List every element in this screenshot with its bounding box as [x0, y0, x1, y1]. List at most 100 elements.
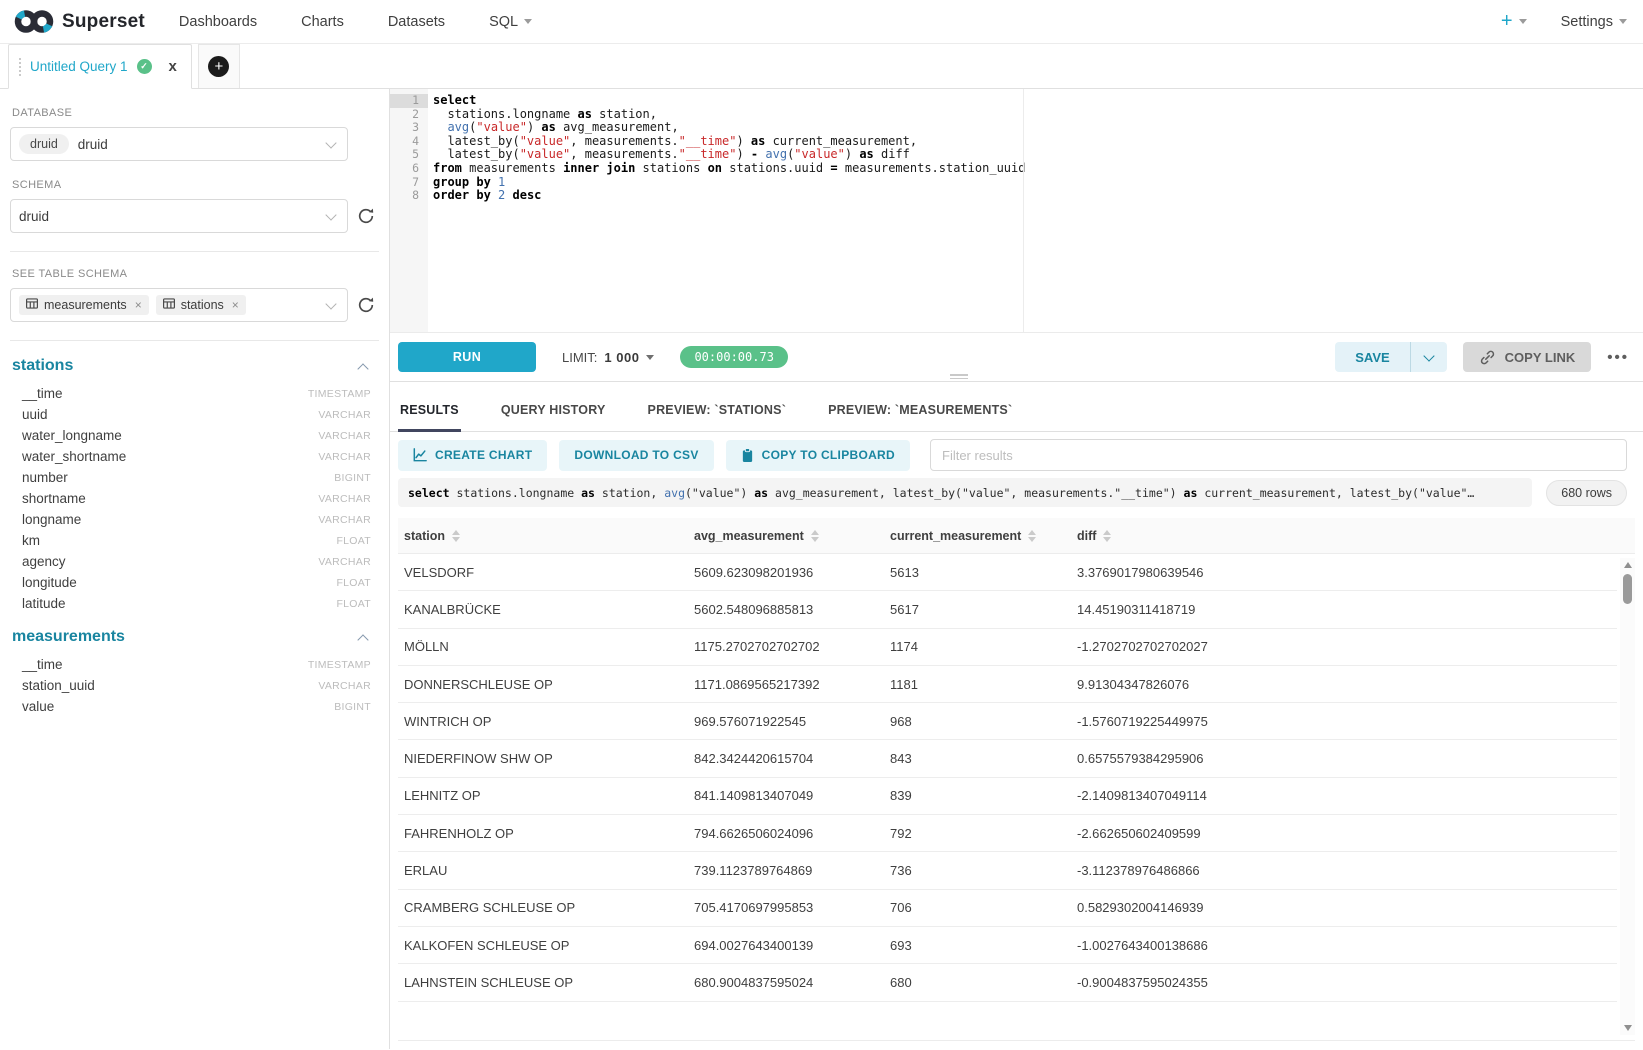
table-row: MÖLLN1175.27027027027021174-1.2702702702…	[398, 629, 1617, 666]
refresh-icon[interactable]	[356, 206, 376, 231]
copy-clipboard-button[interactable]: COPY TO CLIPBOARD	[726, 440, 910, 471]
cell-station: DONNERSCHLEUSE OP	[398, 677, 688, 692]
cell-value: 680.9004837595024	[688, 975, 884, 990]
scroll-up-icon[interactable]	[1624, 562, 1632, 568]
more-icon[interactable]: •••	[1607, 349, 1629, 366]
database-select[interactable]: druid druid	[10, 127, 348, 161]
scrollbar-thumb[interactable]	[1623, 574, 1632, 604]
schema-table-name[interactable]: stations	[12, 357, 73, 375]
limit-dropdown[interactable]: LIMIT: 1 000	[562, 350, 654, 365]
sql-token: latest_by(	[433, 147, 520, 161]
nav-item-sql[interactable]: SQL	[489, 14, 532, 30]
column-row: agencyVARCHAR	[12, 551, 371, 572]
save-menu-button[interactable]	[1410, 342, 1447, 372]
sql-token: as	[581, 486, 595, 500]
divider	[10, 251, 379, 252]
column-type: VARCHAR	[318, 493, 371, 505]
tab-query-history[interactable]: QUERY HISTORY	[499, 403, 608, 431]
tab-preview-stations-[interactable]: PREVIEW: `STATIONS`	[646, 403, 789, 431]
add-query-tab[interactable]: +	[198, 44, 240, 88]
query-tab[interactable]: Untitled Query 1 ✓ x	[8, 44, 192, 89]
sql-token: station,	[592, 107, 657, 121]
copy-link-button[interactable]: COPY LINK	[1463, 342, 1592, 372]
column-header-label: avg_measurement	[694, 529, 804, 543]
schema-table-header[interactable]: stations	[12, 357, 371, 375]
refresh-icon[interactable]	[356, 295, 376, 320]
query-tab-strip: Untitled Query 1 ✓ x +	[0, 44, 1643, 89]
column-header-avg_measurement[interactable]: avg_measurement	[688, 529, 884, 543]
sql-token: stations.uuid	[722, 161, 830, 175]
column-header-station[interactable]: station	[398, 529, 688, 543]
results-scrollbar[interactable]	[1620, 558, 1635, 1035]
save-button[interactable]: SAVE	[1335, 342, 1409, 372]
sql-token: as	[1184, 486, 1198, 500]
nav-item-charts[interactable]: Charts	[301, 14, 344, 30]
save-split-button[interactable]: SAVE	[1335, 342, 1446, 372]
column-name: __time	[22, 386, 63, 401]
filter-results-input[interactable]	[930, 439, 1627, 471]
sort-icon[interactable]	[811, 530, 819, 542]
sql-editor[interactable]: 12345678 select stations.longname as sta…	[390, 89, 1643, 332]
collapse-caret-icon[interactable]	[357, 634, 368, 645]
schema-table-name[interactable]: measurements	[12, 628, 125, 646]
drag-handle-icon[interactable]	[19, 58, 21, 76]
column-row: kmFLOAT	[12, 530, 371, 551]
sql-token: current_measurement, latest_by("value"…	[1197, 486, 1474, 500]
cell-station: VELSDORF	[398, 565, 688, 580]
column-name: value	[22, 699, 54, 714]
chevron-down-icon	[325, 209, 336, 220]
table-row: KALKOFEN SCHLEUSE OP694.0027643400139693…	[398, 927, 1617, 964]
editor-gutter: 12345678	[390, 89, 428, 332]
pane-drag-handle-icon[interactable]	[950, 374, 968, 379]
sort-icon[interactable]	[1028, 530, 1036, 542]
nav-item-dashboards[interactable]: Dashboards	[179, 14, 257, 30]
column-row: __timeTIMESTAMP	[12, 383, 371, 404]
superset-logo-icon	[14, 8, 54, 35]
table-bottom-border	[398, 1040, 1635, 1041]
sql-token: avg_measurement, latest_by("value", meas…	[768, 486, 1183, 500]
collapse-caret-icon[interactable]	[357, 363, 368, 374]
clipboard-icon	[741, 448, 754, 463]
scroll-down-icon[interactable]	[1624, 1025, 1632, 1031]
close-icon[interactable]: x	[169, 58, 177, 75]
settings-menu[interactable]: Settings	[1561, 14, 1627, 30]
nav-item-datasets[interactable]: Datasets	[388, 14, 445, 30]
sql-token: select	[408, 486, 450, 500]
sql-token: avg	[447, 120, 469, 134]
cell-station: FAHRENHOLZ OP	[398, 826, 688, 841]
sort-icon[interactable]	[1103, 530, 1111, 542]
schema-table-header[interactable]: measurements	[12, 628, 371, 646]
table-row: LAHNSTEIN SCHLEUSE OP680.900483759502468…	[398, 964, 1617, 1001]
table-icon	[163, 298, 175, 312]
close-icon[interactable]: ×	[232, 298, 239, 312]
table-schema-select[interactable]: measurements× stations×	[10, 288, 348, 322]
column-header-diff[interactable]: diff	[1071, 529, 1617, 543]
cell-value: 839	[884, 788, 1071, 803]
cell-value: 792	[884, 826, 1071, 841]
editor-toolbar: RUN LIMIT: 1 000 00:00:00.73 SAVE	[390, 332, 1643, 381]
table-chip-stations[interactable]: stations×	[156, 295, 246, 315]
column-row: water_shortnameVARCHAR	[12, 446, 371, 467]
download-csv-button[interactable]: DOWNLOAD TO CSV	[559, 440, 713, 471]
close-icon[interactable]: ×	[135, 298, 142, 312]
sort-icon[interactable]	[452, 530, 460, 542]
editor-code[interactable]: select stations.longname as station, avg…	[428, 89, 1643, 332]
sql-token: )	[527, 120, 541, 134]
column-header-current_measurement[interactable]: current_measurement	[884, 529, 1071, 543]
create-chart-button[interactable]: CREATE CHART	[398, 440, 547, 471]
cell-value: 842.3424420615704	[688, 751, 884, 766]
chevron-down-icon	[524, 19, 532, 24]
brand[interactable]: Superset	[14, 8, 145, 35]
sql-token: avg	[765, 147, 787, 161]
run-button[interactable]: RUN	[398, 342, 536, 372]
tab-preview-measurements-[interactable]: PREVIEW: `MEASUREMENTS`	[826, 403, 1014, 431]
schema-table-stations: stations__timeTIMESTAMPuuidVARCHARwater_…	[12, 357, 371, 614]
column-name: agency	[22, 554, 66, 569]
line-number: 5	[390, 148, 428, 162]
query-preview[interactable]: select stations.longname as station, avg…	[398, 478, 1532, 507]
tab-results[interactable]: RESULTS	[398, 403, 461, 431]
schema-select[interactable]: druid	[10, 199, 348, 233]
table-chip-measurements[interactable]: measurements×	[19, 295, 149, 315]
new-item-button[interactable]: +	[1501, 10, 1527, 33]
cell-value: 9.91304347826076	[1071, 677, 1617, 692]
